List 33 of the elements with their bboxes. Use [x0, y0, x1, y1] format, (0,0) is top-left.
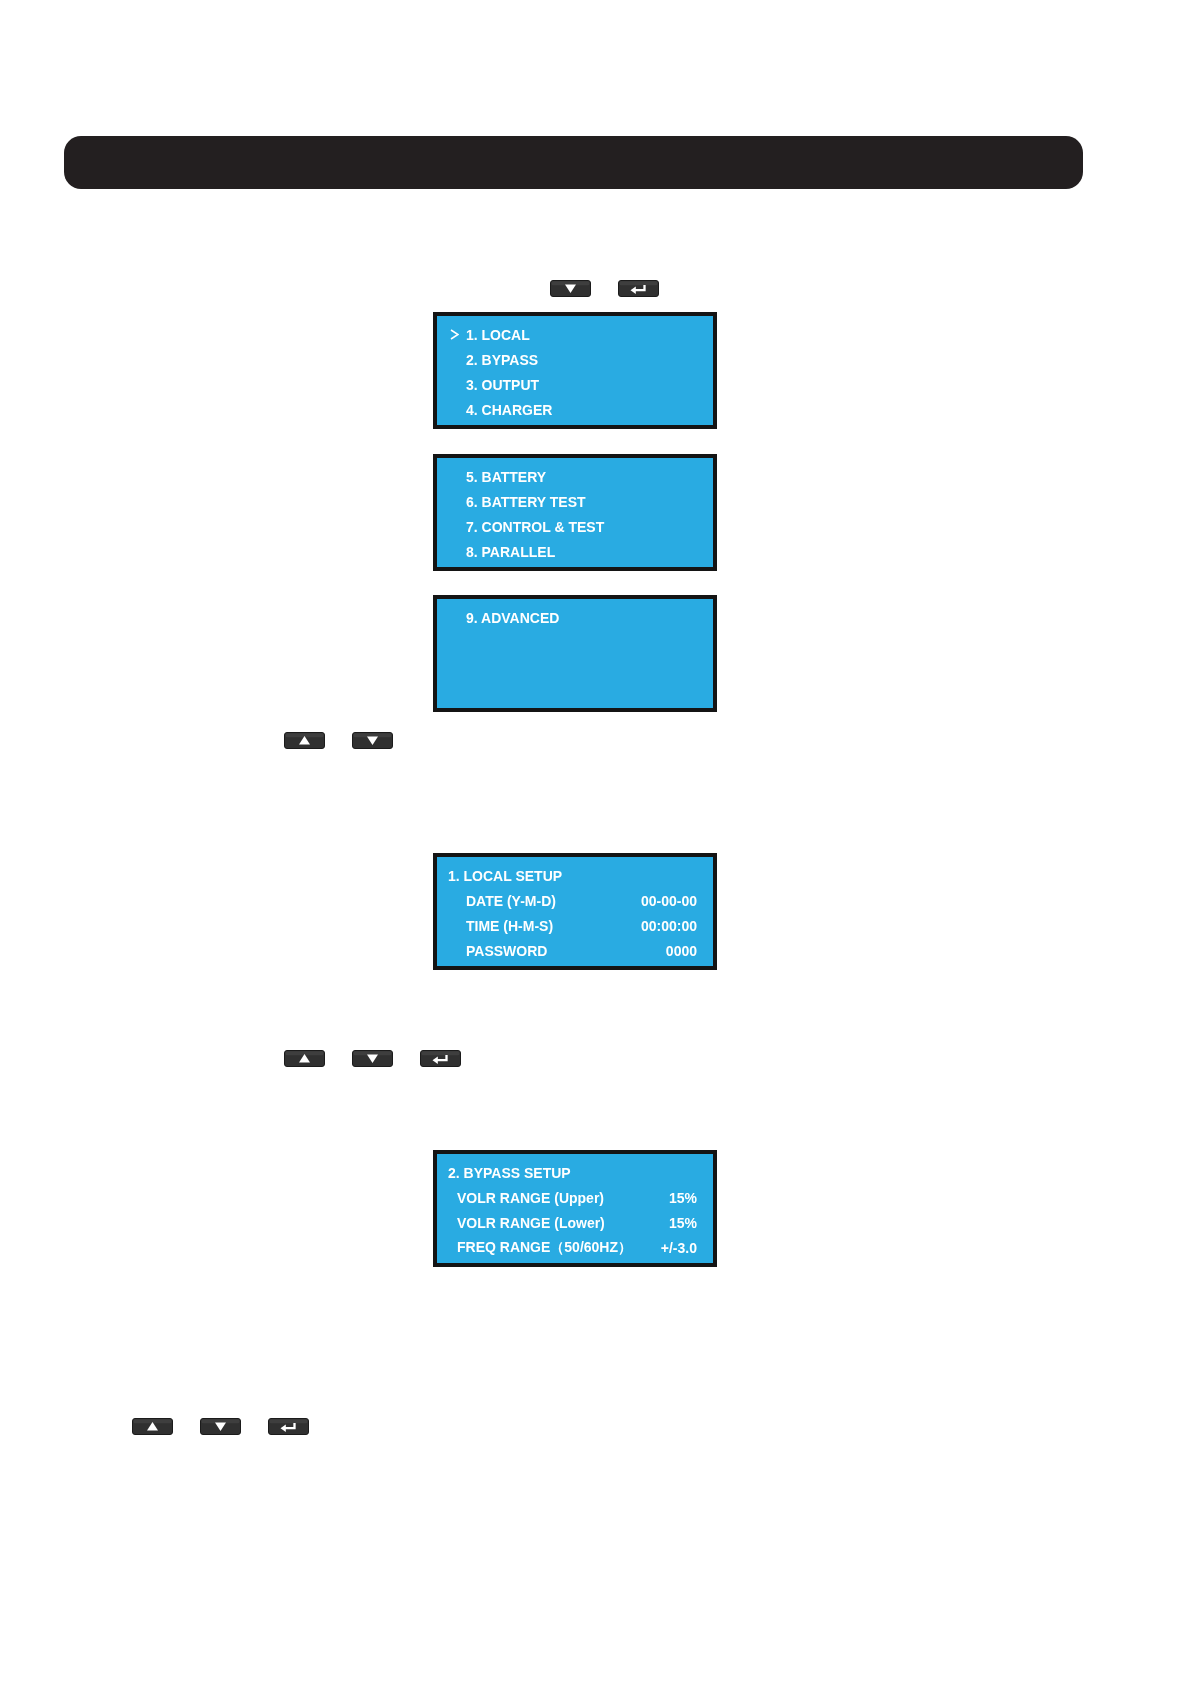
menu-item[interactable]: 2. BYPASS — [450, 347, 539, 372]
setting-value: 00-00-00 — [640, 892, 697, 909]
setting-value: 15% — [668, 1189, 697, 1206]
setting-label: TIME (H-M-S) — [466, 917, 554, 934]
up-arrow-key-icon — [284, 1050, 325, 1067]
menu-item[interactable]: 6. BATTERY TEST — [450, 489, 586, 514]
setting-value: 0000 — [665, 942, 697, 959]
down-arrow-key-icon — [352, 1050, 393, 1067]
screen-title: 2. BYPASS SETUP — [448, 1164, 571, 1181]
up-arrow-key-icon — [284, 732, 325, 749]
menu-item[interactable]: 1. LOCAL — [450, 322, 530, 347]
setting-label: DATE (Y-M-D) — [466, 892, 556, 909]
enter-key-icon — [618, 280, 659, 297]
menu-item[interactable]: 9. ADVANCED — [450, 605, 560, 630]
setting-label: FREQ RANGE（50/60HZ） — [457, 1238, 633, 1257]
setting-label: VOLR RANGE (Lower) — [457, 1214, 605, 1231]
setting-value: +/-3.0 — [660, 1239, 697, 1256]
menu-item[interactable]: 8. PARALLEL — [450, 539, 556, 564]
setting-label: VOLR RANGE (Upper) — [457, 1189, 604, 1206]
down-arrow-key-icon — [352, 732, 393, 749]
menu-item[interactable]: 7. CONTROL & TEST — [450, 514, 605, 539]
down-arrow-key-icon — [200, 1418, 241, 1435]
setting-label: PASSWORD — [466, 942, 548, 959]
setting-value: 15% — [668, 1214, 697, 1231]
enter-key-icon — [420, 1050, 461, 1067]
up-arrow-key-icon — [132, 1418, 173, 1435]
down-arrow-key-icon — [550, 280, 591, 297]
menu-item[interactable]: 3. OUTPUT — [450, 372, 540, 397]
menu-item[interactable]: 4. CHARGER — [450, 397, 553, 422]
enter-key-icon — [268, 1418, 309, 1435]
menu-item[interactable]: 5. BATTERY — [450, 464, 547, 489]
setting-value: 00:00:00 — [640, 917, 697, 934]
screen-title: 1. LOCAL SETUP — [448, 867, 563, 884]
